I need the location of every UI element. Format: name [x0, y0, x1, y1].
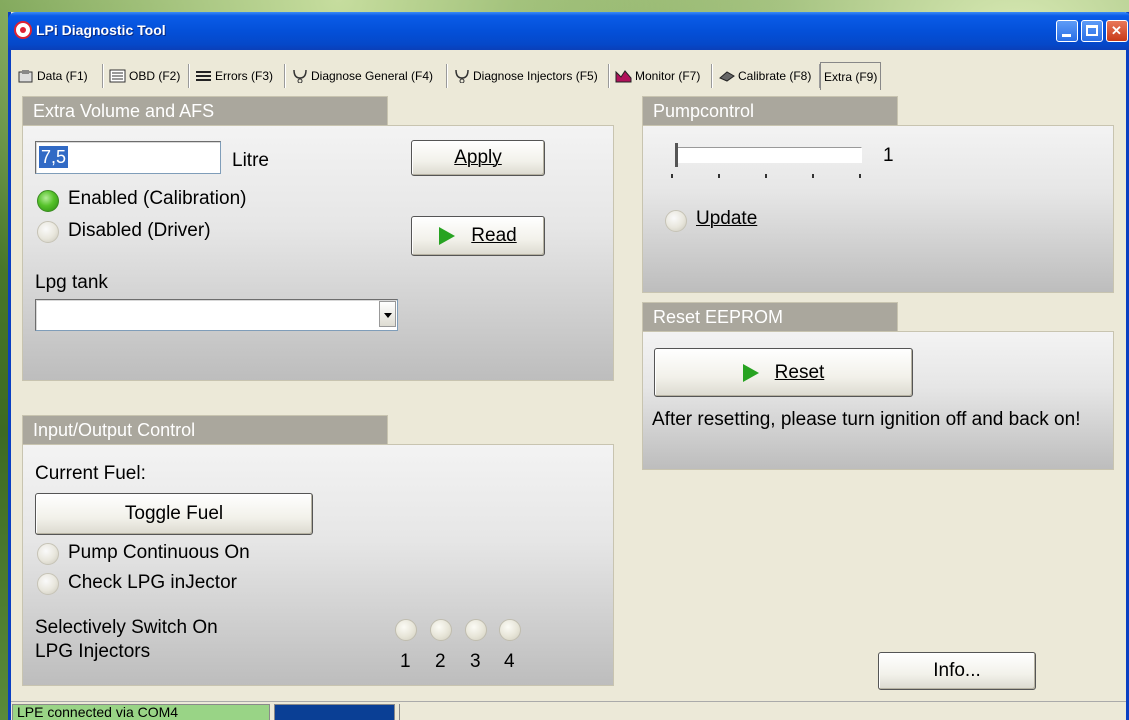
read-button[interactable]: Read [411, 216, 545, 256]
injector-number-1: 1 [400, 651, 411, 672]
tab-data[interactable]: Data (F1) [15, 62, 88, 90]
maximize-button[interactable] [1081, 20, 1103, 42]
play-icon [439, 227, 456, 245]
window-title: LPi Diagnostic Tool [36, 22, 166, 38]
tab-separator [284, 64, 286, 88]
monitor-icon [615, 69, 633, 83]
tab-diagnose-injectors[interactable]: Diagnose Injectors (F5) [451, 62, 598, 90]
io-control-header: Input/Output Control [22, 415, 388, 445]
tab-separator [188, 64, 190, 88]
lpg-tank-label: Lpg tank [35, 272, 108, 293]
check-injector-radio[interactable] [37, 573, 59, 595]
reset-button[interactable]: Reset [654, 348, 913, 397]
connection-status: LPE connected via COM4 [12, 704, 270, 720]
reset-eeprom-header: Reset EEPROM [642, 302, 898, 332]
disabled-radio-label: Disabled (Driver) [68, 220, 211, 241]
apply-button-label: Apply [454, 147, 502, 168]
slider-tick [859, 174, 861, 178]
obd-icon [109, 69, 127, 83]
errors-icon [195, 69, 213, 83]
lpg-tank-select[interactable] [35, 299, 398, 331]
status-indicator [274, 704, 395, 720]
volume-unit-label: Litre [232, 150, 269, 171]
status-bar: LPE connected via COM4 [11, 701, 1126, 720]
pump-slider-track[interactable] [675, 147, 862, 163]
slider-tick [812, 174, 814, 178]
reset-button-label: Reset [774, 361, 825, 383]
tab-diagnose-general[interactable]: Diagnose General (F4) [289, 62, 433, 90]
tab-errors-label: Errors (F3) [215, 69, 273, 83]
update-radio[interactable] [665, 210, 687, 232]
tab-obd-label: OBD (F2) [129, 69, 181, 83]
slider-tick [671, 174, 673, 178]
injector-led-4[interactable] [499, 619, 521, 641]
stethoscope-icon [291, 69, 309, 84]
volume-input[interactable]: 7,5 [35, 141, 221, 174]
pump-slider-thumb[interactable] [675, 143, 678, 167]
selective-switch-label-line2: LPG Injectors [35, 641, 151, 662]
status-panel [399, 704, 1126, 720]
tab-obd[interactable]: OBD (F2) [107, 62, 180, 90]
pump-continuous-radio[interactable] [37, 543, 59, 565]
slider-tick [718, 174, 720, 178]
tab-extra-label: Extra (F9) [824, 69, 878, 84]
tab-diagnose-injectors-label: Diagnose Injectors (F5) [473, 69, 598, 83]
injector-led-1[interactable] [395, 619, 417, 641]
extra-volume-header: Extra Volume and AFS [22, 96, 388, 126]
tab-calibrate-label: Calibrate (F8) [738, 69, 812, 83]
apply-button[interactable]: Apply [411, 140, 545, 176]
info-button-label: Info... [933, 660, 981, 681]
reset-message: After resetting, please turn ignition of… [652, 409, 1081, 430]
tab-separator [446, 64, 448, 88]
tab-data-label: Data (F1) [37, 69, 88, 83]
tab-separator [102, 64, 104, 88]
chip-icon [718, 69, 736, 83]
title-bar[interactable]: LPi Diagnostic Tool ✕ [8, 12, 1129, 50]
stethoscope-icon [453, 69, 471, 84]
injector-number-2: 2 [435, 651, 446, 672]
close-button[interactable]: ✕ [1106, 20, 1128, 42]
tab-calibrate[interactable]: Calibrate (F8) [716, 62, 811, 90]
tab-separator [608, 64, 610, 88]
selective-switch-label-line1: Selectively Switch On [35, 617, 218, 638]
toggle-fuel-button[interactable]: Toggle Fuel [35, 493, 313, 535]
tab-diagnose-general-label: Diagnose General (F4) [311, 69, 434, 83]
volume-input-value: 7,5 [39, 146, 69, 168]
info-button[interactable]: Info... [878, 652, 1036, 690]
chevron-down-icon[interactable] [379, 301, 396, 327]
app-logo-icon [14, 21, 32, 39]
data-icon [17, 69, 35, 83]
injector-number-4: 4 [504, 651, 515, 672]
slider-tick [765, 174, 767, 178]
disabled-radio[interactable] [37, 221, 59, 243]
check-injector-label: Check LPG inJector [68, 572, 237, 593]
update-label: Update [696, 208, 758, 229]
close-icon: ✕ [1111, 23, 1122, 38]
enabled-radio[interactable] [37, 190, 59, 212]
injector-number-3: 3 [470, 651, 481, 672]
current-fuel-label: Current Fuel: [35, 463, 146, 484]
maximize-icon [1086, 25, 1098, 36]
injector-led-2[interactable] [430, 619, 452, 641]
enabled-radio-label: Enabled (Calibration) [68, 188, 247, 209]
pump-slider-value: 1 [883, 145, 894, 166]
tab-bar: Data (F1) OBD (F2) Errors (F3) Diagnose … [11, 56, 1126, 96]
injector-led-3[interactable] [465, 619, 487, 641]
toggle-fuel-button-label: Toggle Fuel [124, 503, 224, 524]
read-button-label: Read [471, 225, 517, 246]
tab-extra[interactable]: Extra (F9) [820, 62, 882, 90]
minimize-icon [1062, 34, 1071, 37]
play-icon [742, 363, 759, 382]
pumpcontrol-header: Pumpcontrol [642, 96, 898, 126]
pump-continuous-label: Pump Continuous On [68, 542, 250, 563]
tab-monitor[interactable]: Monitor (F7) [613, 62, 700, 90]
tab-monitor-label: Monitor (F7) [635, 69, 701, 83]
tab-errors[interactable]: Errors (F3) [193, 62, 273, 90]
minimize-button[interactable] [1056, 20, 1078, 42]
app-window: LPi Diagnostic Tool ✕ Data (F1) OBD (F2)… [8, 12, 1129, 720]
tab-separator [711, 64, 713, 88]
